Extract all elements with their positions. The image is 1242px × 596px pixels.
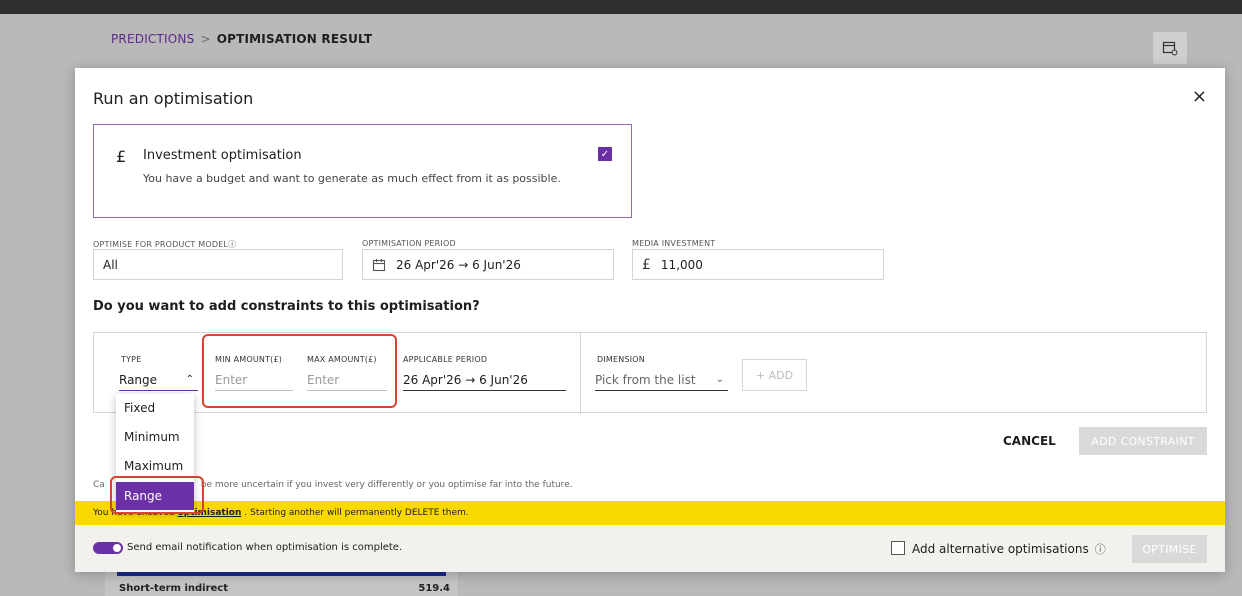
dimension-placeholder: Pick from the list bbox=[595, 372, 696, 387]
product-model-value: All bbox=[103, 257, 118, 272]
calendar-icon bbox=[372, 258, 386, 272]
amount-highlight bbox=[202, 334, 397, 408]
info-icon[interactable]: ⓘ bbox=[228, 240, 236, 249]
alternative-optimisations-checkbox[interactable] bbox=[891, 541, 905, 555]
close-modal-button[interactable]: × bbox=[1192, 88, 1207, 106]
media-investment-label: MEDIA INVESTMENT bbox=[632, 239, 716, 248]
checkmark-icon: ✓ bbox=[600, 148, 610, 160]
type-option-fixed[interactable]: Fixed bbox=[116, 394, 194, 422]
breadcrumb-current: OPTIMISATION RESULT bbox=[216, 32, 373, 46]
range-option-highlight bbox=[110, 476, 204, 514]
background-row-bar bbox=[117, 572, 446, 576]
email-notification-toggle[interactable] bbox=[93, 542, 123, 554]
chevron-down-icon: ⌄ bbox=[715, 374, 724, 385]
modal-footer: Send email notification when optimisatio… bbox=[75, 525, 1225, 572]
optimise-button[interactable]: OPTIMISE bbox=[1132, 535, 1207, 563]
calendar-settings-icon bbox=[1162, 41, 1178, 56]
note-text: be more uncertain if you invest very dif… bbox=[200, 480, 573, 490]
background-results-row: Short-term indirect 519.4 bbox=[105, 572, 458, 596]
media-investment-value: 11,000 bbox=[660, 257, 703, 272]
applicable-period-field[interactable]: 26 Apr'26 → 6 Jun'26 bbox=[403, 369, 566, 391]
optimisation-period-value: 26 Apr'26 → 6 Jun'26 bbox=[396, 257, 521, 272]
constraint-divider bbox=[580, 333, 581, 414]
add-dimension-button[interactable]: + ADD bbox=[742, 359, 807, 391]
investment-optimisation-card[interactable]: £ Investment optimisation You have a bud… bbox=[93, 124, 632, 218]
option-card-title: Investment optimisation bbox=[143, 148, 302, 163]
cancel-button[interactable]: CANCEL bbox=[1003, 434, 1056, 448]
modal-title: Run an optimisation bbox=[93, 89, 254, 108]
warning-suffix: . Starting another will permanently DELE… bbox=[244, 508, 469, 518]
option-card-description: You have a budget and want to generate a… bbox=[143, 172, 561, 185]
type-select-value: Range bbox=[119, 372, 158, 387]
type-label: TYPE bbox=[121, 355, 142, 364]
alt-text: Add alternative optimisations bbox=[912, 542, 1089, 556]
option-checkbox[interactable]: ✓ bbox=[598, 147, 612, 161]
media-investment-input[interactable]: £ 11,000 bbox=[632, 249, 884, 280]
pound-icon: £ bbox=[116, 147, 127, 166]
type-option-minimum[interactable]: Minimum bbox=[116, 423, 194, 451]
info-icon[interactable]: ⓘ bbox=[1095, 541, 1106, 557]
type-select[interactable]: Range ⌃ bbox=[119, 369, 198, 391]
optimisation-period-label: OPTIMISATION PERIOD bbox=[362, 239, 456, 248]
product-model-select[interactable]: All bbox=[93, 249, 343, 280]
dimension-select[interactable]: Pick from the list ⌄ bbox=[595, 369, 728, 391]
run-optimisation-modal: Run an optimisation × £ Investment optim… bbox=[75, 68, 1225, 572]
breadcrumb-separator: > bbox=[200, 32, 211, 46]
breadcrumb: PREDICTIONS > OPTIMISATION RESULT bbox=[111, 32, 372, 46]
background-row-value: 519.4 bbox=[418, 583, 450, 594]
background-row-label: Short-term indirect bbox=[119, 583, 229, 594]
email-notification-text: Send email notification when optimisatio… bbox=[127, 542, 403, 553]
top-navigation-bar bbox=[0, 0, 1242, 14]
optimisation-period-field[interactable]: 26 Apr'26 → 6 Jun'26 bbox=[362, 249, 614, 280]
dimension-label: DIMENSION bbox=[597, 355, 645, 364]
chevron-up-icon: ⌃ bbox=[185, 374, 194, 385]
add-constraint-button[interactable]: ADD CONSTRAINT bbox=[1079, 427, 1207, 455]
breadcrumb-predictions-link[interactable]: PREDICTIONS bbox=[111, 32, 194, 46]
note-prefix: Ca bbox=[93, 480, 105, 490]
unsaved-warning-banner: You have unsaved optimisation. Starting a… bbox=[75, 501, 1225, 525]
calendar-settings-button[interactable] bbox=[1153, 32, 1187, 64]
currency-icon: £ bbox=[642, 256, 651, 273]
applicable-period-label: APPLICABLE PERIOD bbox=[403, 355, 488, 364]
alternative-optimisations-label: Add alternative optimisations ⓘ bbox=[912, 541, 1106, 557]
constraints-question: Do you want to add constraints to this o… bbox=[93, 299, 480, 314]
